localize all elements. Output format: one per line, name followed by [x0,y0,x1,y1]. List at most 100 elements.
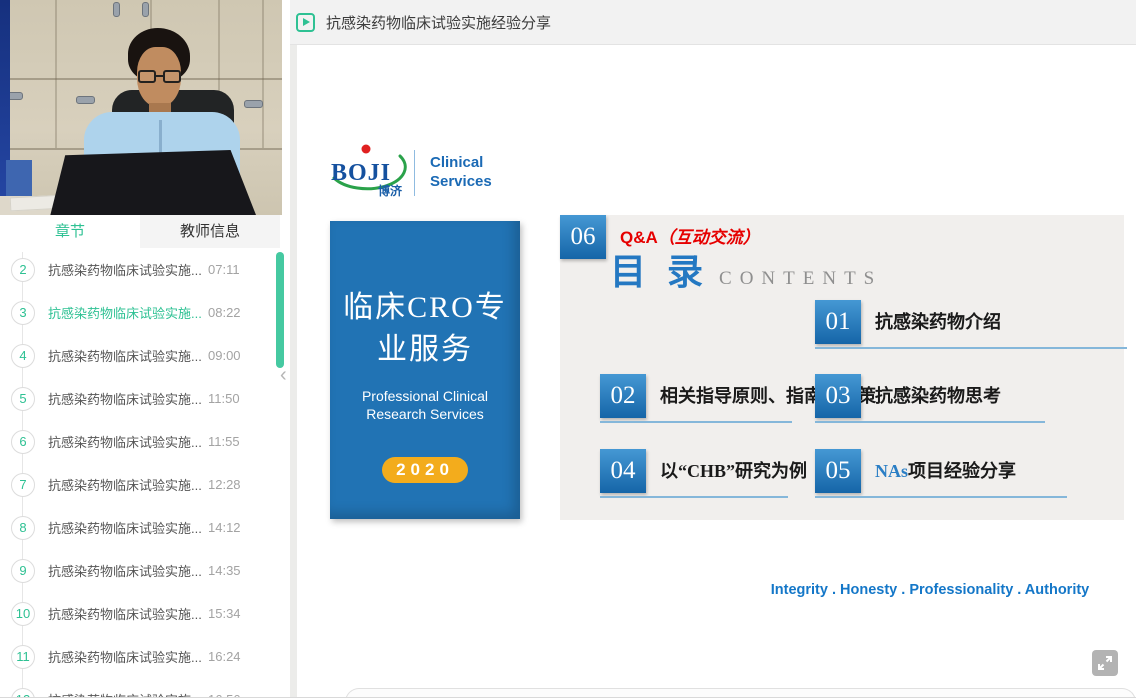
chapter-title: 抗感染药物临床试验实施... [48,690,206,698]
toc-item-number: 02 [600,374,646,418]
toc-item-underline [815,496,1067,498]
chapter-title: 抗感染药物临床试验实施... [48,389,206,408]
sidebar-scrollbar[interactable] [276,252,284,368]
logo-tagline-line2: Services [430,172,492,191]
glasses-lens [138,70,156,83]
toc-label-part: 项目经验分享 [908,461,1016,481]
toc-item-label: 以“CHB”研究为例 [660,449,807,493]
toc-item-label: 抗感染药物思考 [875,374,1001,418]
video-controls-bar[interactable] [345,688,1136,698]
book-subtitle-line1: Professional Clinical [344,387,506,405]
toc-item-underline [600,421,792,423]
chapter-item[interactable]: 5 抗感染药物临床试验实施... 11:50 [0,377,274,420]
toc-label-part: Q&A [620,228,658,247]
chapter-title: 抗感染药物临床试验实施... [48,346,206,365]
logo-tagline: Clinical Services [430,153,492,191]
chapter-time: 14:12 [208,520,241,535]
chapter-number: 9 [11,559,35,583]
toc-item-underline [600,496,788,498]
laptop [44,150,256,215]
book-subtitle: Professional Clinical Research Services [330,387,520,423]
chapter-item[interactable]: 4 抗感染药物临床试验实施... 09:00 [0,334,274,377]
chapter-time: 16:56 [208,692,241,698]
toc-item-number: 05 [815,449,861,493]
tab-teacher-info[interactable]: 教师信息 [140,215,280,248]
chapter-title: 抗感染药物临床试验实施... [48,561,206,580]
chapter-title: 抗感染药物临床试验实施... [48,260,206,279]
logo-tagline-line1: Clinical [430,153,492,172]
chapter-number: 12 [11,688,35,698]
slogan-text: Integrity . Honesty . Professionality . … [770,582,1090,598]
logo-cn-text: 博济 [378,182,402,199]
chapter-number: 7 [11,473,35,497]
toc-item-underline [815,347,1127,349]
toc-label-part: 抗感染药物思考 [875,386,1001,406]
sidebar-gutter [290,45,297,698]
glasses-bridge [156,75,163,77]
cabinet-handle [142,2,149,17]
course-player-window: 章节教师信息 2 抗感染药物临床试验实施... 07:11 3 抗感染药物临床试… [0,0,1136,698]
logo-divider [414,150,415,196]
chapter-item[interactable]: 2 抗感染药物临床试验实施... 07:11 [0,248,274,291]
toc-panel: 目 录 CONTENTS 01 抗感染药物介绍 02 相关指导原则、指南与政策 … [560,215,1124,520]
chapter-time: 09:00 [208,348,241,363]
toc-item-label: 抗感染药物介绍 [875,300,1001,344]
toc-item-number: 03 [815,374,861,418]
chapter-time: 11:50 [208,391,240,406]
expand-icon[interactable] [1092,650,1118,676]
toc-item: 05 NAs项目经验分享 [815,449,1067,498]
chapter-time: 12:28 [208,477,241,492]
cabinet-handle [113,2,120,17]
chapter-number: 10 [11,602,35,626]
chapter-title: 抗感染药物临床试验实施... [48,604,206,623]
chapter-time: 16:24 [208,649,241,664]
chapter-item[interactable]: 10 抗感染药物临床试验实施... 15:34 [0,592,274,635]
book-cover: 临床CRO专业服务 Professional Clinical Research… [330,221,520,519]
cabinet-seam [55,0,57,148]
chapter-item[interactable]: 6 抗感染药物临床试验实施... 11:55 [0,420,274,463]
chapter-number: 2 [11,258,35,282]
toc-item: 02 相关指导原则、指南与政策 [600,374,792,423]
year-badge: 2020 [382,457,468,483]
boji-logo: BOJI 博济 Clinical Services [320,142,550,204]
chapter-number: 5 [11,387,35,411]
course-title: 抗感染药物临床试验实施经验分享 [326,12,551,33]
toc-label-part: （互动交流） [658,228,760,247]
toc-item-number: 06 [560,215,606,259]
chapter-number: 11 [11,645,35,669]
chapter-number: 8 [11,516,35,540]
chapter-time: 08:22 [208,305,241,320]
chapter-time: 14:35 [208,563,241,578]
toc-label-part: NAs [875,461,908,481]
chapter-title: 抗感染药物临床试验实施... [48,432,206,451]
chapter-number: 4 [11,344,35,368]
book-title: 临床CRO专业服务 [330,287,520,371]
chapter-item[interactable]: 3 抗感染药物临床试验实施... 08:22 [0,291,274,334]
logo-red-dot [362,145,371,154]
chapter-time: 15:34 [208,606,241,621]
chevron-left-icon[interactable]: ‹ [280,364,287,387]
cabinet-seam [262,0,264,148]
chapter-time: 11:55 [208,434,240,449]
toc-item-label: NAs项目经验分享 [875,449,1016,493]
toc-item-underline [815,421,1045,423]
chapter-time: 07:11 [208,262,240,277]
chapter-number: 6 [11,430,35,454]
toc-item: 04 以“CHB”研究为例 [600,449,788,498]
chapter-item[interactable]: 7 抗感染药物临床试验实施... 12:28 [0,463,274,506]
cabinet-handle [244,100,263,108]
tab-chapters[interactable]: 章节 [0,215,140,248]
toc-item: 03 抗感染药物思考 [815,374,1045,423]
chapter-item[interactable]: 11 抗感染药物临床试验实施... 16:24 [0,635,274,678]
chapter-item[interactable]: 9 抗感染药物临床试验实施... 14:35 [0,549,274,592]
toc-item: 01 抗感染药物介绍 [815,300,1127,349]
chapter-item[interactable]: 8 抗感染药物临床试验实施... 14:12 [0,506,274,549]
play-icon [296,13,315,32]
instructor-video[interactable] [0,0,282,215]
book-subtitle-line2: Research Services [344,405,506,423]
chapter-title: 抗感染药物临床试验实施... [48,518,206,537]
chapter-item[interactable]: 12 抗感染药物临床试验实施... 16:56 [0,678,274,698]
chapter-title: 抗感染药物临床试验实施... [48,475,206,494]
toc-item-number: 04 [600,449,646,493]
cabinet-handle [76,96,95,104]
